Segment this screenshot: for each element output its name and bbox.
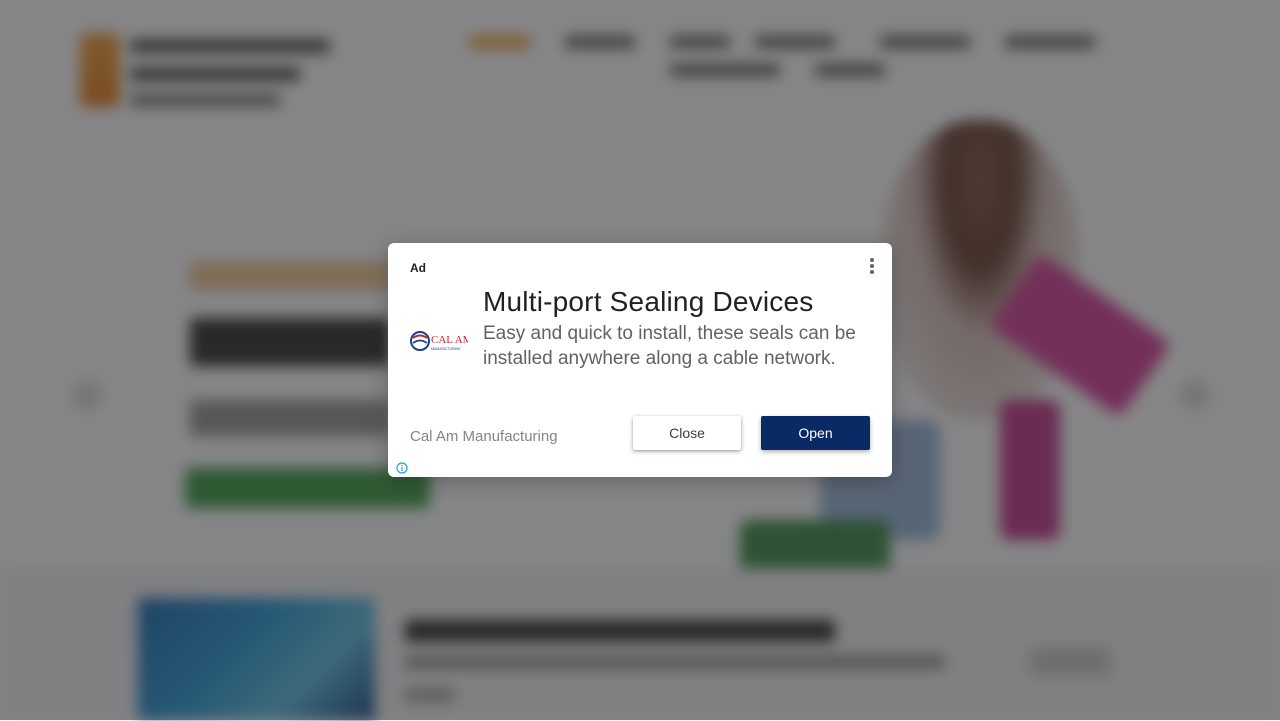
more-vert-icon[interactable] <box>866 258 878 276</box>
logo-text: CAL AM <box>431 334 468 346</box>
close-button[interactable]: Close <box>633 416 741 450</box>
ad-headline[interactable]: Multi-port Sealing Devices <box>483 285 873 319</box>
open-button[interactable]: Open <box>761 416 870 450</box>
advertiser-logo[interactable]: CAL AM MANUFACTURING <box>410 328 473 354</box>
ad-label: Ad <box>410 261 426 275</box>
ad-description[interactable]: Easy and quick to install, these seals c… <box>483 321 858 371</box>
logo-subtext: MANUFACTURING <box>431 347 461 351</box>
advertiser-name[interactable]: Cal Am Manufacturing <box>410 428 558 445</box>
info-icon[interactable] <box>396 461 408 474</box>
ad-dialog: Ad CAL AM MANUFACTURING Multi-port Seali… <box>388 243 892 477</box>
